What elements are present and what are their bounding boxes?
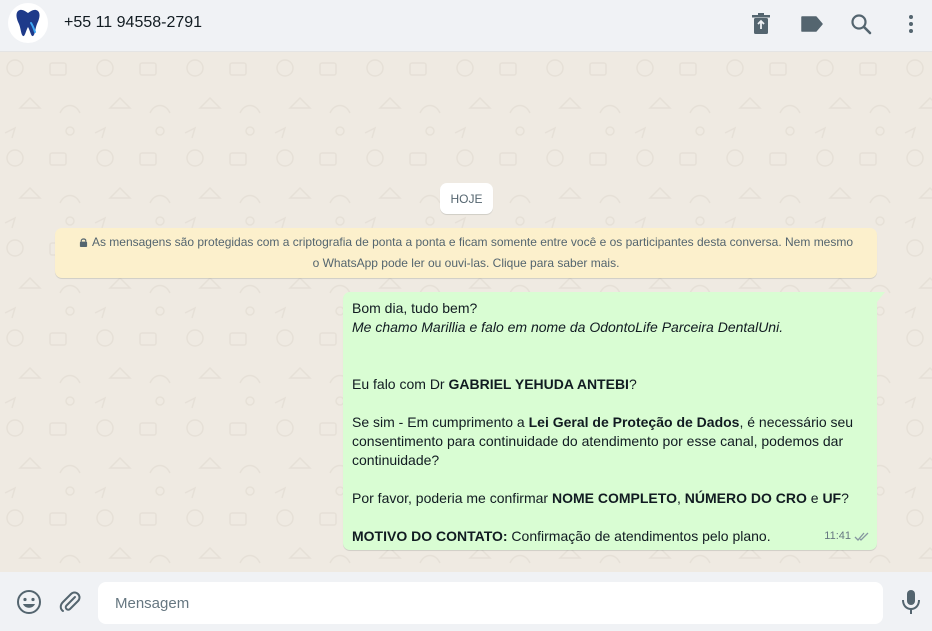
- mic-icon[interactable]: [898, 589, 924, 615]
- date-chip: HOJE: [440, 183, 493, 214]
- avatar[interactable]: [8, 3, 48, 43]
- message-meta: 11:41: [824, 527, 870, 546]
- lock-icon: [79, 238, 88, 247]
- message-tail: [877, 292, 885, 302]
- message-question: Eu falo com Dr GABRIEL YEHUDA ANTEBI?: [352, 376, 637, 392]
- emoji-icon[interactable]: [16, 589, 42, 615]
- compose-bar: [0, 572, 932, 631]
- message-lgpd: Se sim - Em cumprimento a Lei Geral de P…: [352, 414, 854, 468]
- chat-header: +55 11 94558-2791: [0, 0, 932, 52]
- search-icon[interactable]: [849, 12, 873, 36]
- message-confirm: Por favor, poderia me confirmar NOME COM…: [352, 490, 849, 506]
- message-greeting: Bom dia, tudo bem?: [352, 300, 478, 316]
- encryption-notice-line1: As mensagens são protegidas com a cripto…: [91, 235, 854, 249]
- attach-icon[interactable]: [57, 589, 83, 615]
- encryption-notice[interactable]: As mensagens são protegidas com a cripto…: [55, 228, 877, 278]
- tooth-logo-icon: [16, 9, 40, 37]
- encryption-notice-line2: o WhatsApp pode ler ou ouvi-las. Clique …: [312, 256, 620, 270]
- doctor-name: GABRIEL YEHUDA ANTEBI: [448, 376, 629, 392]
- message-time: 11:41: [824, 530, 851, 542]
- menu-icon[interactable]: [899, 12, 923, 36]
- message-motivo: MOTIVO DO CONTATO: Confirmação de atendi…: [352, 528, 771, 544]
- outgoing-message[interactable]: Bom dia, tudo bem? Me chamo Marillia e f…: [343, 292, 885, 550]
- delete-icon[interactable]: [749, 12, 773, 36]
- message-intro: Me chamo Marillia e falo em nome da Odon…: [352, 319, 784, 335]
- label-icon[interactable]: [800, 12, 824, 36]
- message-input[interactable]: [98, 582, 883, 624]
- double-check-icon: [854, 532, 869, 541]
- chat-area[interactable]: HOJE As mensagens são protegidas com a c…: [0, 53, 932, 571]
- contact-name[interactable]: +55 11 94558-2791: [64, 14, 202, 32]
